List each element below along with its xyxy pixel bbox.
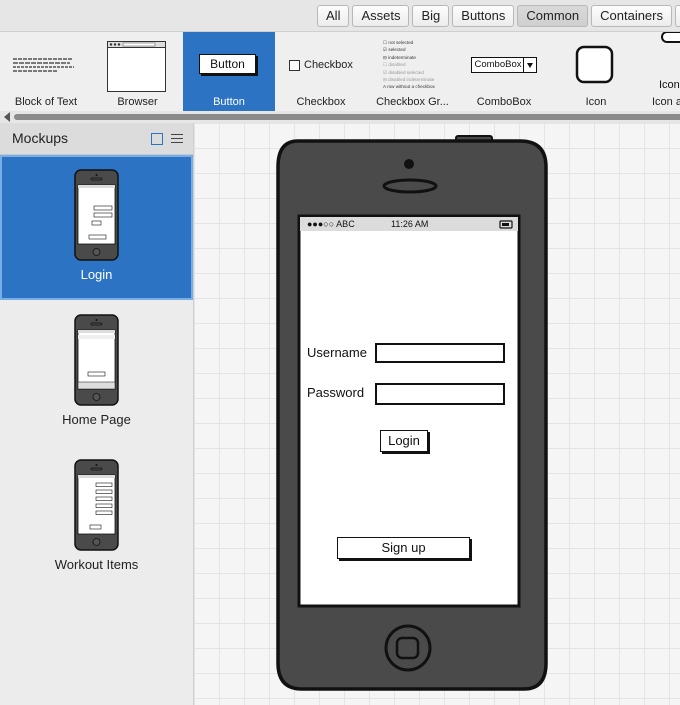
password-label: Password bbox=[307, 385, 365, 400]
mockup-item-home-page[interactable]: Home Page bbox=[0, 300, 193, 445]
camera-icon bbox=[404, 159, 414, 169]
mockup-canvas[interactable]: ●●●○○ ABC 11:26 AM Username Password Log… bbox=[194, 123, 680, 705]
mockup-item-label: Login bbox=[80, 267, 113, 282]
checkbox-group-preview: ☐ not selected ☑ selected ⊟ indeterminat… bbox=[383, 39, 435, 91]
gallery-item-combobox[interactable]: ComboBox ComboBox bbox=[458, 32, 550, 111]
password-input[interactable] bbox=[375, 383, 505, 405]
mockup-item-label: Home Page bbox=[62, 412, 131, 427]
browser-window-icon bbox=[107, 41, 166, 92]
speaker-icon bbox=[382, 178, 438, 194]
gallery-item-icon-and-label[interactable]: Icon Icon a bbox=[642, 32, 680, 111]
gallery-item-icon[interactable]: Icon bbox=[550, 32, 642, 111]
gallery-item-label: Icon a bbox=[652, 96, 680, 108]
tab-assets[interactable]: Assets bbox=[352, 5, 410, 27]
checkbox-group-row: ☑ selected bbox=[383, 47, 406, 53]
username-label: Username bbox=[307, 345, 367, 360]
gallery-item-label: Block of Text bbox=[14, 96, 78, 108]
phone-thumbnail-icon bbox=[74, 169, 119, 261]
signup-button[interactable]: Sign up bbox=[337, 537, 470, 559]
tab-buttons[interactable]: Buttons bbox=[452, 5, 515, 27]
tab-common[interactable]: Common bbox=[517, 5, 589, 27]
block-of-text-icon bbox=[13, 58, 74, 72]
gallery-scrollbar[interactable] bbox=[0, 111, 680, 123]
rounded-square-icon bbox=[575, 45, 614, 84]
home-button-icon bbox=[384, 624, 432, 672]
phone-thumbnail-icon bbox=[74, 459, 119, 551]
gallery-item-label: Browser bbox=[117, 96, 158, 108]
gallery-item-block-of-text[interactable]: Block of Text bbox=[0, 32, 92, 111]
checkbox-group-row: ☑ disabled selected bbox=[383, 69, 424, 75]
icon-preview-label: Icon bbox=[659, 79, 680, 91]
mockups-panel: Mockups Login Home Page Workout Items bbox=[0, 123, 194, 705]
scroll-left-icon[interactable] bbox=[4, 112, 10, 122]
gallery-item-label: Icon bbox=[585, 96, 607, 108]
library-tab-bar: All Assets Big Buttons Common Containers bbox=[0, 0, 680, 32]
gallery-item-checkbox-group[interactable]: ☐ not selected ☑ selected ⊟ indeterminat… bbox=[367, 32, 458, 111]
scrollbar-thumb[interactable] bbox=[14, 114, 680, 120]
gallery-item-button[interactable]: Button Button bbox=[183, 32, 275, 111]
gallery-item-browser[interactable]: Browser bbox=[92, 32, 183, 111]
phone-thumbnail-icon bbox=[74, 314, 119, 406]
checkbox-group-row: ☐ disabled bbox=[383, 62, 406, 68]
username-input[interactable] bbox=[375, 343, 505, 363]
button-preview: Button bbox=[199, 54, 256, 74]
panel-title: Mockups bbox=[12, 130, 69, 146]
tab-overflow[interactable] bbox=[675, 5, 680, 27]
mockup-item-workout-items[interactable]: Workout Items bbox=[0, 445, 193, 590]
tab-all[interactable]: All bbox=[317, 5, 350, 27]
iphone-mockup[interactable] bbox=[194, 123, 680, 705]
checkbox-group-row: ☐ not selected bbox=[383, 40, 414, 45]
checkbox-preview-icon bbox=[289, 60, 300, 71]
gallery-item-label: ComboBox bbox=[476, 96, 532, 108]
combobox-preview: ComboBox bbox=[471, 57, 525, 73]
library-tabs: All Assets Big Buttons Common Containers bbox=[317, 5, 680, 27]
mockup-item-label: Workout Items bbox=[54, 557, 139, 572]
login-button[interactable]: Login bbox=[380, 430, 428, 452]
status-carrier: ●●●○○ ABC bbox=[307, 219, 355, 229]
gallery-item-label: Button bbox=[213, 96, 245, 108]
list-view-icon[interactable] bbox=[171, 132, 183, 144]
tab-containers[interactable]: Containers bbox=[591, 5, 672, 27]
status-time: 11:26 AM bbox=[391, 219, 429, 229]
chevron-down-icon bbox=[523, 57, 537, 73]
checkbox-group-row: ⊟ indeterminate bbox=[383, 54, 416, 60]
thumbnail-view-icon[interactable] bbox=[151, 133, 163, 145]
mockups-panel-header: Mockups bbox=[0, 123, 193, 155]
ui-library-gallery: Block of Text Browser Button Button Chec… bbox=[0, 32, 680, 111]
rounded-square-icon bbox=[661, 32, 680, 43]
checkbox-group-row: ⊟ disabled indeterminate bbox=[383, 77, 435, 83]
checkbox-preview-label: Checkbox bbox=[304, 59, 353, 71]
gallery-item-checkbox[interactable]: Checkbox Checkbox bbox=[275, 32, 367, 111]
gallery-item-label: Checkbox bbox=[296, 96, 346, 108]
mockup-item-login[interactable]: Login bbox=[0, 155, 193, 300]
tab-big[interactable]: Big bbox=[412, 5, 450, 27]
gallery-item-label: Checkbox Gr... bbox=[376, 96, 449, 108]
checkbox-group-row: A row without a checkbox bbox=[383, 84, 435, 90]
